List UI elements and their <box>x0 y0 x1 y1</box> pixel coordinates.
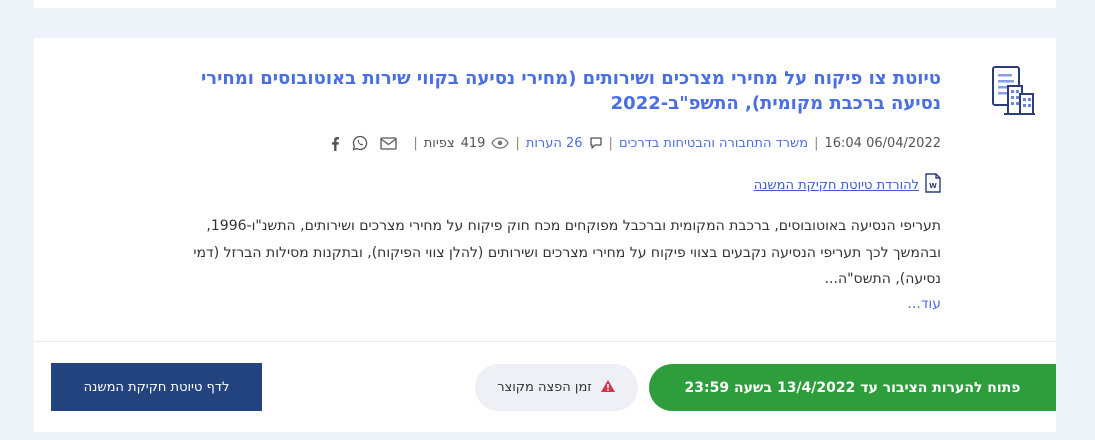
warning-icon <box>600 379 616 397</box>
download-label: להורדת טיוטת חקיקת המשנה <box>753 177 919 193</box>
draft-legislation-card: טיוטת צו פיקוח על מחירי מצרכים ושירותים … <box>34 38 1056 432</box>
svg-text:W: W <box>929 182 937 190</box>
meta-separator: | <box>608 135 613 151</box>
item-summary: תעריפי הנסיעה באוטובוסים, ברכבת המקומית … <box>193 218 941 287</box>
go-to-draft-page-button[interactable]: לדף טיוטת חקיקת המשנה <box>51 363 262 411</box>
item-meta: 06/04/2022 16:04 | משרד התחבורה והבטיחות… <box>330 132 941 154</box>
views-label: צפיות <box>423 135 455 151</box>
meta-separator: | <box>413 135 418 151</box>
document-building-icon <box>990 64 1036 116</box>
read-more-link[interactable]: עוד... <box>907 296 941 312</box>
share-icons <box>330 135 398 151</box>
comments-link[interactable]: 26 הערות <box>526 136 583 151</box>
email-icon[interactable] <box>380 136 398 150</box>
eye-icon <box>491 137 510 149</box>
meta-separator: | <box>515 135 520 151</box>
short-distribution-badge: זמן הפצה מקוצר <box>475 364 638 411</box>
word-file-icon: W <box>925 173 941 197</box>
views-count: 419 <box>460 135 486 151</box>
previous-card-bottom <box>34 0 1056 8</box>
publish-date: 06/04/2022 16:04 <box>824 135 941 151</box>
item-title[interactable]: טיוטת צו פיקוח על מחירי מצרכים ושירותים … <box>181 66 941 116</box>
open-for-comments-status: פתוח להערות הציבור עד 13/4/2022 בשעה 23:… <box>649 364 1056 411</box>
meta-separator: | <box>814 135 819 151</box>
download-draft-link[interactable]: W להורדת טיוטת חקיקת המשנה <box>754 173 941 197</box>
facebook-icon[interactable] <box>330 136 340 151</box>
comment-icon <box>589 136 603 150</box>
whatsapp-icon[interactable] <box>352 135 368 151</box>
short-distribution-label: זמן הפצה מקוצר <box>497 380 592 395</box>
ministry-link[interactable]: משרד התחבורה והבטיחות בדרכים <box>619 136 808 151</box>
card-divider <box>34 341 1056 342</box>
